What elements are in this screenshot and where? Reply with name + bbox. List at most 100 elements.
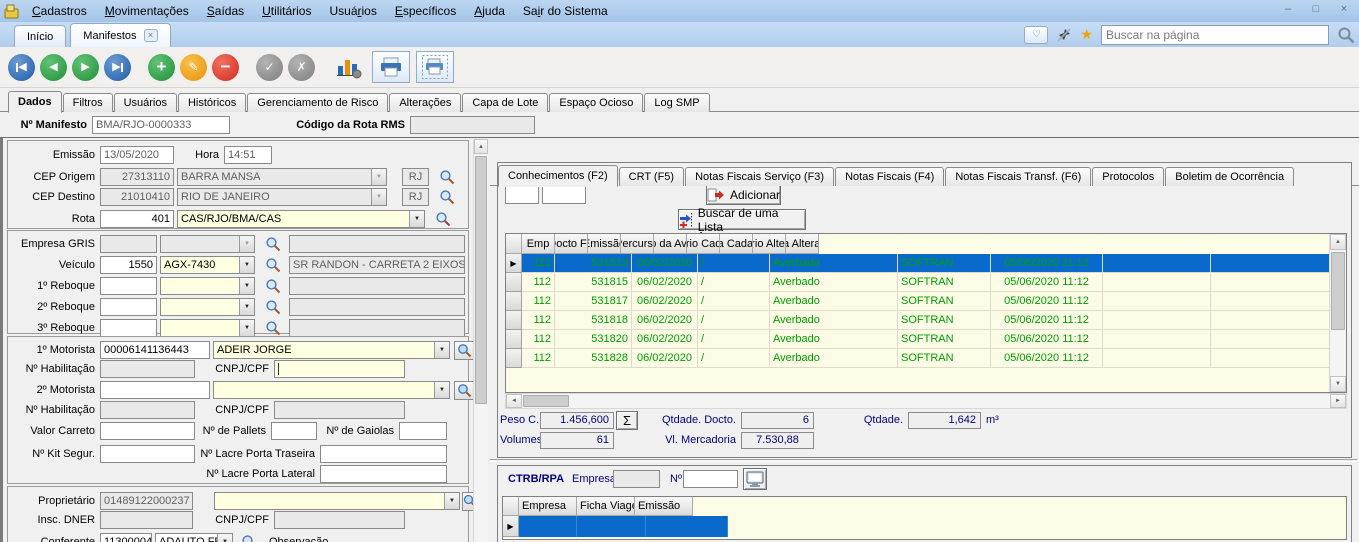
valor-carreto-field[interactable] <box>100 422 195 440</box>
motorista1-lookup-button[interactable] <box>454 341 474 360</box>
motorista1-combo[interactable]: ADEIR JORGE▼ <box>213 341 450 359</box>
scroll-down-icon[interactable]: ▼ <box>1330 376 1346 392</box>
insc-dner-field[interactable] <box>100 511 193 529</box>
print-preview-button[interactable] <box>416 51 454 83</box>
scroll-right-icon[interactable]: ► <box>1330 394 1346 408</box>
cep-destino-lookup-icon[interactable] <box>439 189 455 205</box>
veiculo-combo[interactable]: AGX-7430▼ <box>160 256 255 274</box>
manifest-number-field[interactable]: BMA/RJO-0000333 <box>92 116 230 134</box>
column-header[interactable]: Situação da Averbação <box>654 234 687 254</box>
column-header[interactable]: Usuário Cadastro <box>687 234 720 254</box>
form-scrollbar[interactable]: ▲ <box>473 139 488 542</box>
menu-item[interactable]: Utilitários <box>253 4 320 18</box>
column-header[interactable]: Emissão <box>635 497 693 516</box>
empresa-gris-lookup-icon[interactable] <box>265 236 281 252</box>
dropdown-arrow-icon[interactable]: ▼ <box>371 169 386 185</box>
gaiolas-field[interactable] <box>399 422 447 440</box>
reboque2-combo[interactable]: ▼ <box>160 298 255 316</box>
sigma-button[interactable]: Σ <box>616 411 638 430</box>
empresa-gris-combo[interactable]: ▼ <box>160 235 255 253</box>
table-hscrollbar[interactable]: ◄ ► <box>505 393 1347 409</box>
reboque1-lookup-icon[interactable] <box>265 278 281 294</box>
row-selector[interactable]: ▶ <box>506 311 522 330</box>
scrollbar-thumb[interactable] <box>523 395 569 407</box>
minimize-button[interactable]: – <box>1279 3 1297 15</box>
cep-destino-city-combo[interactable]: RIO DE JANEIRO▼ <box>177 188 387 206</box>
dropdown-arrow-icon[interactable]: ▼ <box>371 189 386 205</box>
ctrb-monitor-button[interactable] <box>743 468 767 490</box>
menu-item[interactable]: Movimentações <box>96 4 198 18</box>
table-row[interactable]: ▶ 112 531815 06/02/2020 / Averbado SOFTR… <box>506 273 1346 292</box>
reboque2-lookup-icon[interactable] <box>265 299 281 315</box>
workspace-tab[interactable]: Manifestos × <box>70 23 170 47</box>
cep-destino-code-field[interactable]: 21010410 <box>100 188 174 206</box>
dropdown-arrow-icon[interactable]: ▼ <box>444 493 459 509</box>
reboque1-combo[interactable]: ▼ <box>160 277 255 295</box>
row-selector[interactable]: ▶ <box>506 254 522 273</box>
main-tab[interactable]: Dados <box>8 91 62 113</box>
habilitacao1-field[interactable] <box>100 360 195 378</box>
nav-last-button[interactable]: ▶ <box>104 54 131 81</box>
favorites-button[interactable]: ♡ <box>1024 26 1048 44</box>
hora-field[interactable]: 14:51 <box>224 146 272 164</box>
row-selector[interactable]: ▶ <box>506 273 522 292</box>
habilitacao2-field[interactable] <box>100 401 195 419</box>
chart-settings-button[interactable] <box>332 51 366 83</box>
column-header[interactable]: Emp <box>522 234 555 254</box>
nrdocto-entry-field[interactable] <box>542 184 586 204</box>
dropdown-arrow-icon[interactable]: ▼ <box>409 211 424 227</box>
reboque2-code-field[interactable] <box>100 298 157 316</box>
edit-record-button[interactable]: ✎ <box>180 54 207 81</box>
kit-segur-field[interactable] <box>100 445 195 463</box>
reboque3-lookup-icon[interactable] <box>265 320 281 336</box>
row-selector[interactable]: ▶ <box>506 349 522 368</box>
cnpj1-field[interactable] <box>274 360 405 378</box>
dropdown-arrow-icon[interactable]: ▼ <box>239 320 254 336</box>
column-header[interactable]: Usuário Alteração <box>753 234 786 254</box>
documents-tab[interactable]: CRT (F5) <box>619 167 684 186</box>
documents-tab[interactable]: Protocolos <box>1092 167 1164 186</box>
dropdown-arrow-icon[interactable]: ▼ <box>239 278 254 294</box>
cancel-button[interactable]: ✗ <box>288 54 315 81</box>
lacre-traseira-field[interactable] <box>320 445 447 463</box>
row-selector[interactable]: ▶ <box>506 292 522 311</box>
motorista1-code-field[interactable]: 00006141136443 <box>100 341 210 359</box>
column-header[interactable]: Data Cadastro <box>720 234 753 254</box>
main-tab[interactable]: Capa de Lote <box>462 93 548 112</box>
table-vscrollbar[interactable]: ▲ ▼ <box>1329 234 1346 392</box>
emissao-field[interactable]: 13/05/2020 <box>100 146 174 164</box>
cep-origem-city-combo[interactable]: BARRA MANSA▼ <box>177 168 387 186</box>
main-tab[interactable]: Históricos <box>178 93 246 112</box>
cep-origem-code-field[interactable]: 27313110 <box>100 168 174 186</box>
motorista2-combo[interactable]: ▼ <box>213 381 450 399</box>
column-header[interactable]: Ficha Viagem <box>577 497 635 516</box>
dropdown-arrow-icon[interactable]: ▼ <box>239 236 254 252</box>
dropdown-arrow-icon[interactable]: ▼ <box>239 299 254 315</box>
pin-icon[interactable] <box>1056 27 1072 43</box>
motorista2-lookup-button[interactable] <box>454 381 474 400</box>
menu-item[interactable]: Saídas <box>198 4 253 18</box>
table-row[interactable]: ▶ 112 531828 06/02/2020 / Averbado SOFTR… <box>506 349 1346 368</box>
cnpj-proprietario-field[interactable] <box>274 511 405 529</box>
ctrb-empresa-field[interactable] <box>613 470 660 488</box>
add-record-button[interactable]: + <box>148 54 175 81</box>
main-tab[interactable]: Log SMP <box>644 93 709 112</box>
dropdown-arrow-icon[interactable]: ▼ <box>434 382 449 398</box>
ctrb-selected-row[interactable]: ▶ <box>503 516 1346 537</box>
tab-close-icon[interactable]: × <box>144 29 158 42</box>
nav-previous-button[interactable]: ◀ <box>40 54 67 81</box>
find-on-page-input[interactable] <box>1101 25 1329 45</box>
motorista2-code-field[interactable] <box>100 381 210 399</box>
dropdown-arrow-icon[interactable]: ▼ <box>217 534 232 542</box>
menu-item[interactable]: Sair do Sistema <box>514 4 617 18</box>
scroll-up-icon[interactable]: ▲ <box>474 139 488 154</box>
workspace-tab[interactable]: Início × <box>14 25 66 47</box>
column-header[interactable]: Emissão <box>588 234 621 254</box>
restore-button[interactable]: □ <box>1307 3 1325 15</box>
documents-tab[interactable]: Boletim de Ocorrência <box>1165 167 1294 186</box>
documents-tab[interactable]: Notas Fiscais Serviço (F3) <box>685 167 834 186</box>
table-row[interactable]: ▶ 112 531820 06/02/2020 / Averbado SOFTR… <box>506 330 1346 349</box>
scroll-up-icon[interactable]: ▲ <box>1330 234 1346 250</box>
proprietario-combo[interactable]: ▼ <box>214 492 460 510</box>
scroll-left-icon[interactable]: ◄ <box>506 394 522 408</box>
